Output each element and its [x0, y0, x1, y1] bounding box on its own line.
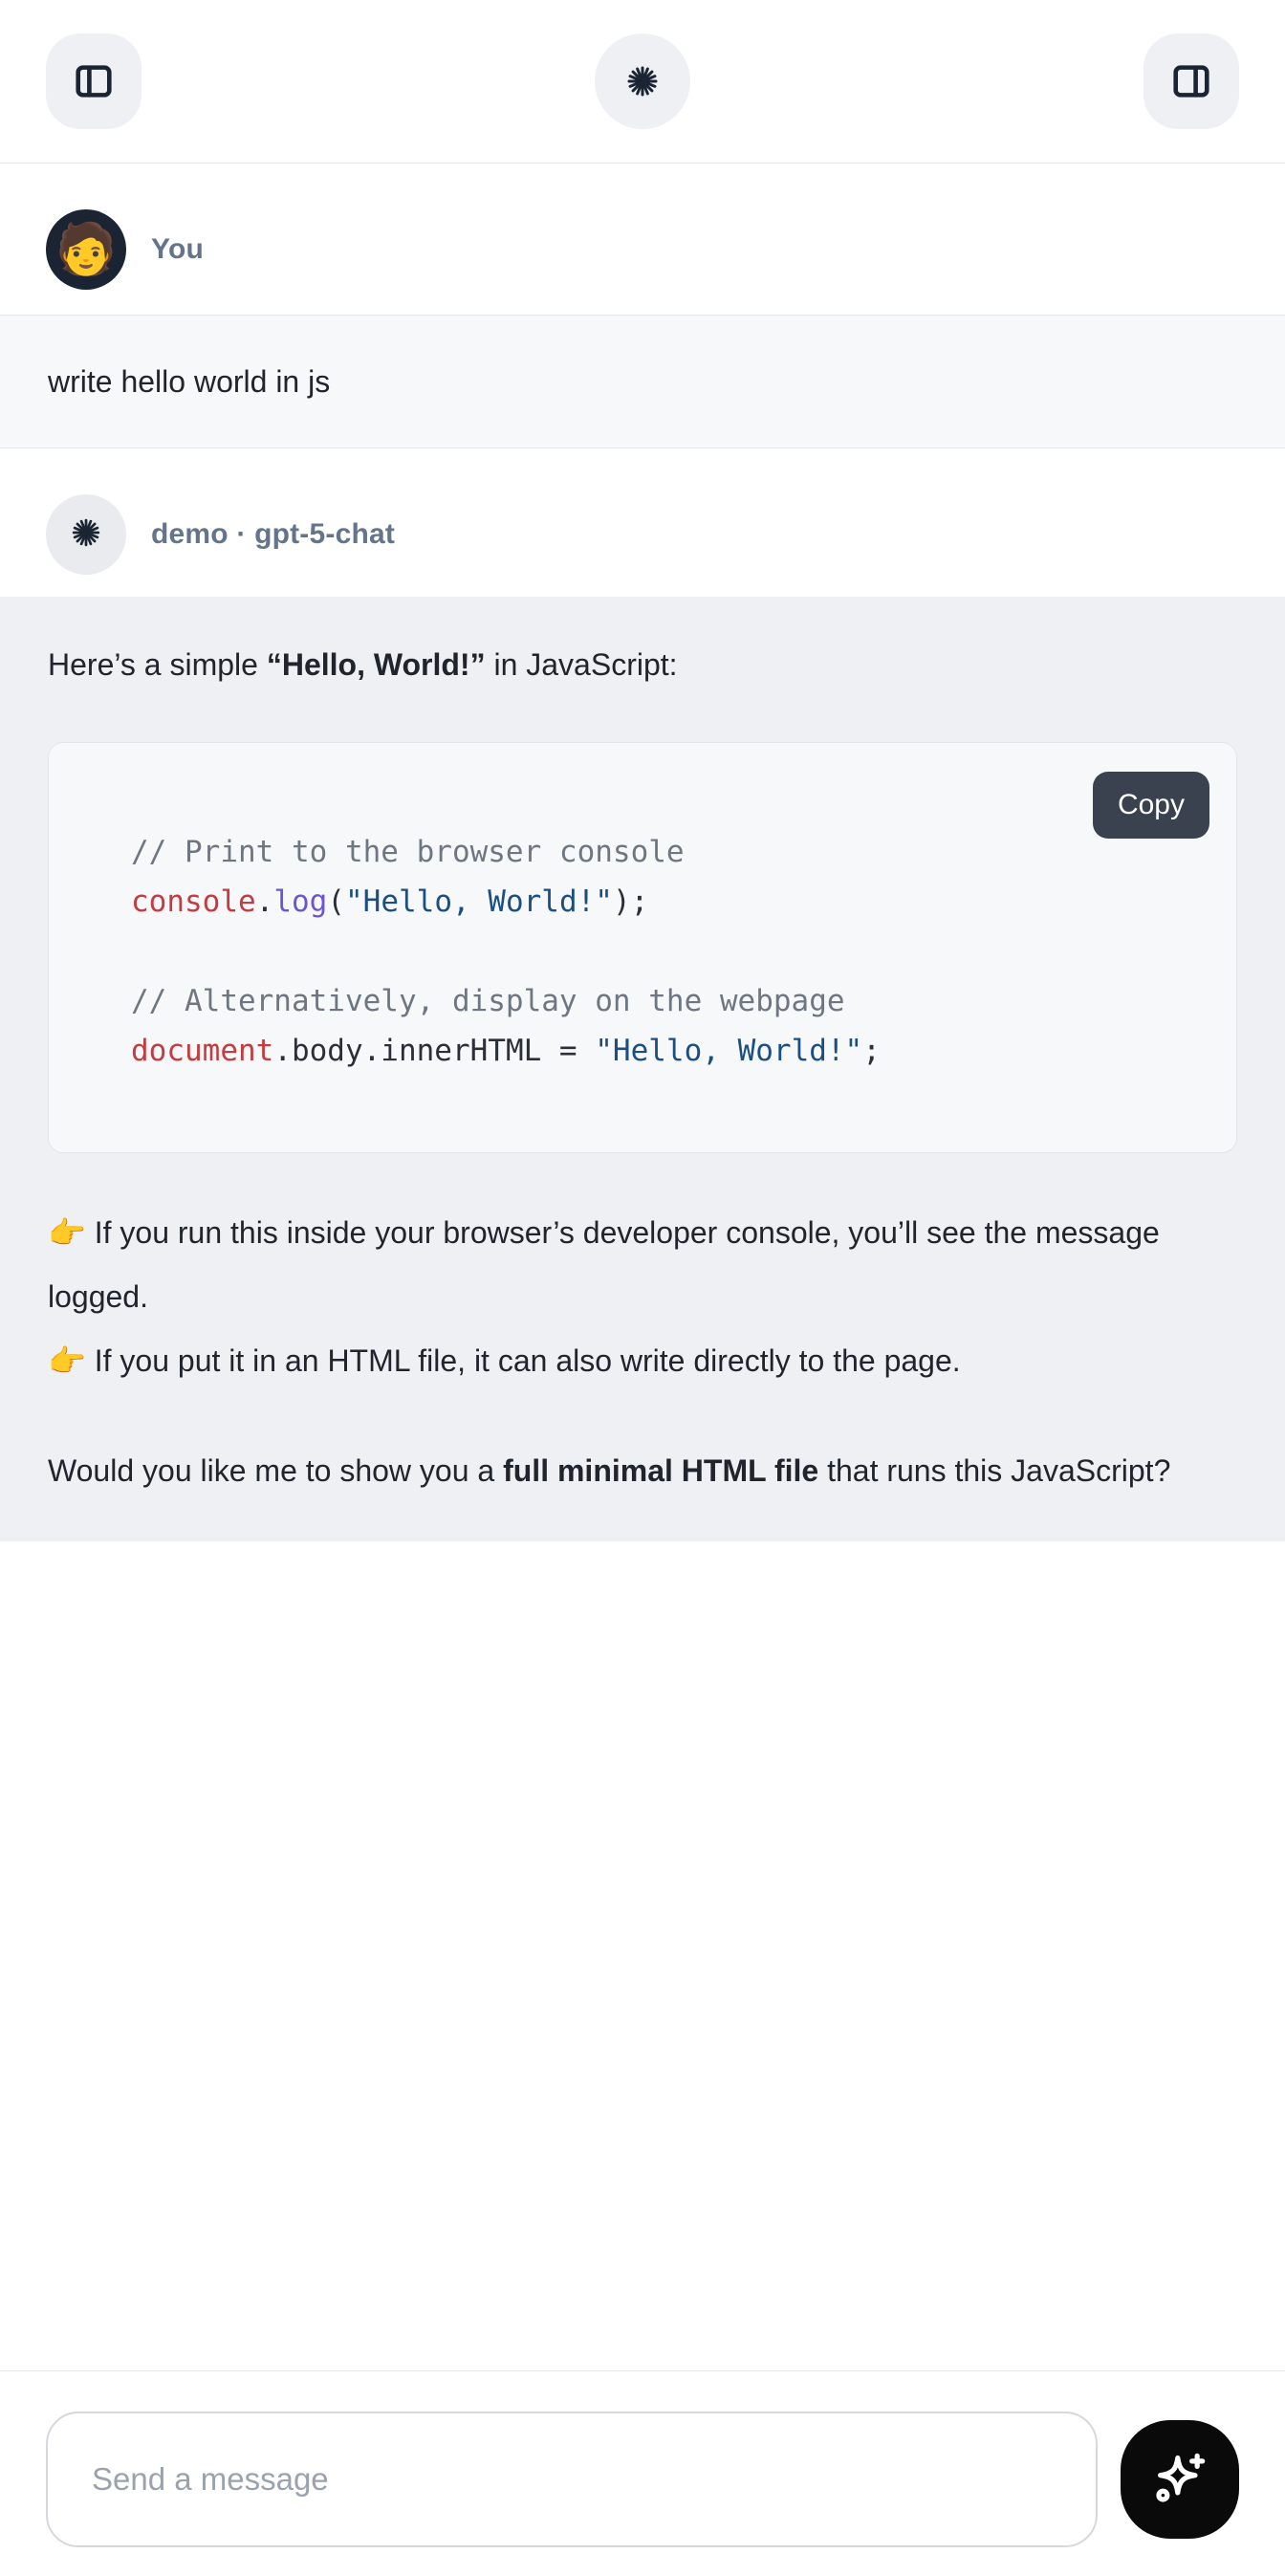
copy-button[interactable]: Copy: [1093, 772, 1209, 839]
assistant-message: Here’s a simple “Hello, World!” in JavaS…: [0, 597, 1285, 1541]
conversation: 🧑 You write hello world in js: [0, 164, 1285, 2370]
chat-app: 🧑 You write hello world in js: [0, 0, 1285, 2576]
note-line: 👉 If you run this inside your browser’s …: [48, 1201, 1237, 1329]
sidebar-toggle-button[interactable]: [46, 33, 142, 129]
user-message: write hello world in js: [0, 315, 1285, 448]
assistant-intro-paragraph: Here’s a simple “Hello, World!” in JavaS…: [48, 633, 1237, 696]
assistant-closing-paragraph: Would you like me to show you a full min…: [48, 1439, 1237, 1503]
code-line: // Print to the browser console: [131, 827, 1198, 877]
intro-suffix: in JavaScript:: [486, 647, 678, 682]
code-line: console.log("Hello, World!");: [131, 877, 1198, 927]
panel-right-icon: [1169, 59, 1213, 103]
closing-bold: full minimal HTML file: [503, 1453, 818, 1488]
user-sender-name: You: [151, 233, 204, 266]
note-line: 👉 If you put it in an HTML file, it can …: [48, 1329, 1237, 1393]
user-message-text: write hello world in js: [48, 364, 330, 400]
top-bar: [0, 0, 1285, 164]
code-block: Copy // Print to the browser consolecons…: [48, 742, 1237, 1153]
code-content: // Print to the browser consoleconsole.l…: [49, 743, 1236, 1152]
user-avatar: 🧑: [46, 209, 126, 290]
empty-scroll-area: [0, 1541, 1285, 2370]
code-line: [131, 927, 1198, 976]
message-input[interactable]: [46, 2412, 1098, 2547]
starburst-icon: [620, 58, 665, 104]
intro-prefix: Here’s a simple: [48, 647, 267, 682]
right-panel-toggle-button[interactable]: [1143, 33, 1239, 129]
assistant-notes: 👉 If you run this inside your browser’s …: [48, 1201, 1237, 1393]
code-line: document.body.innerHTML = "Hello, World!…: [131, 1026, 1198, 1076]
composer-bar: [0, 2370, 1285, 2576]
user-sender-row: 🧑 You: [0, 164, 1285, 315]
assistant-sender-row: demo · gpt-5-chat: [0, 448, 1285, 597]
assistant-sender-name: demo · gpt-5-chat: [151, 518, 395, 551]
send-button[interactable]: [1121, 2420, 1239, 2539]
sparkle-plus-icon: [1148, 2447, 1211, 2513]
panel-left-icon: [72, 59, 116, 103]
assistant-avatar: [46, 494, 126, 575]
intro-bold: “Hello, World!”: [267, 647, 486, 682]
person-emoji-icon: 🧑: [55, 225, 118, 274]
model-button[interactable]: [595, 33, 690, 129]
closing-suffix: that runs this JavaScript?: [818, 1453, 1170, 1488]
starburst-icon: [65, 512, 107, 558]
closing-prefix: Would you like me to show you a: [48, 1453, 503, 1488]
code-line: // Alternatively, display on the webpage: [131, 976, 1198, 1026]
